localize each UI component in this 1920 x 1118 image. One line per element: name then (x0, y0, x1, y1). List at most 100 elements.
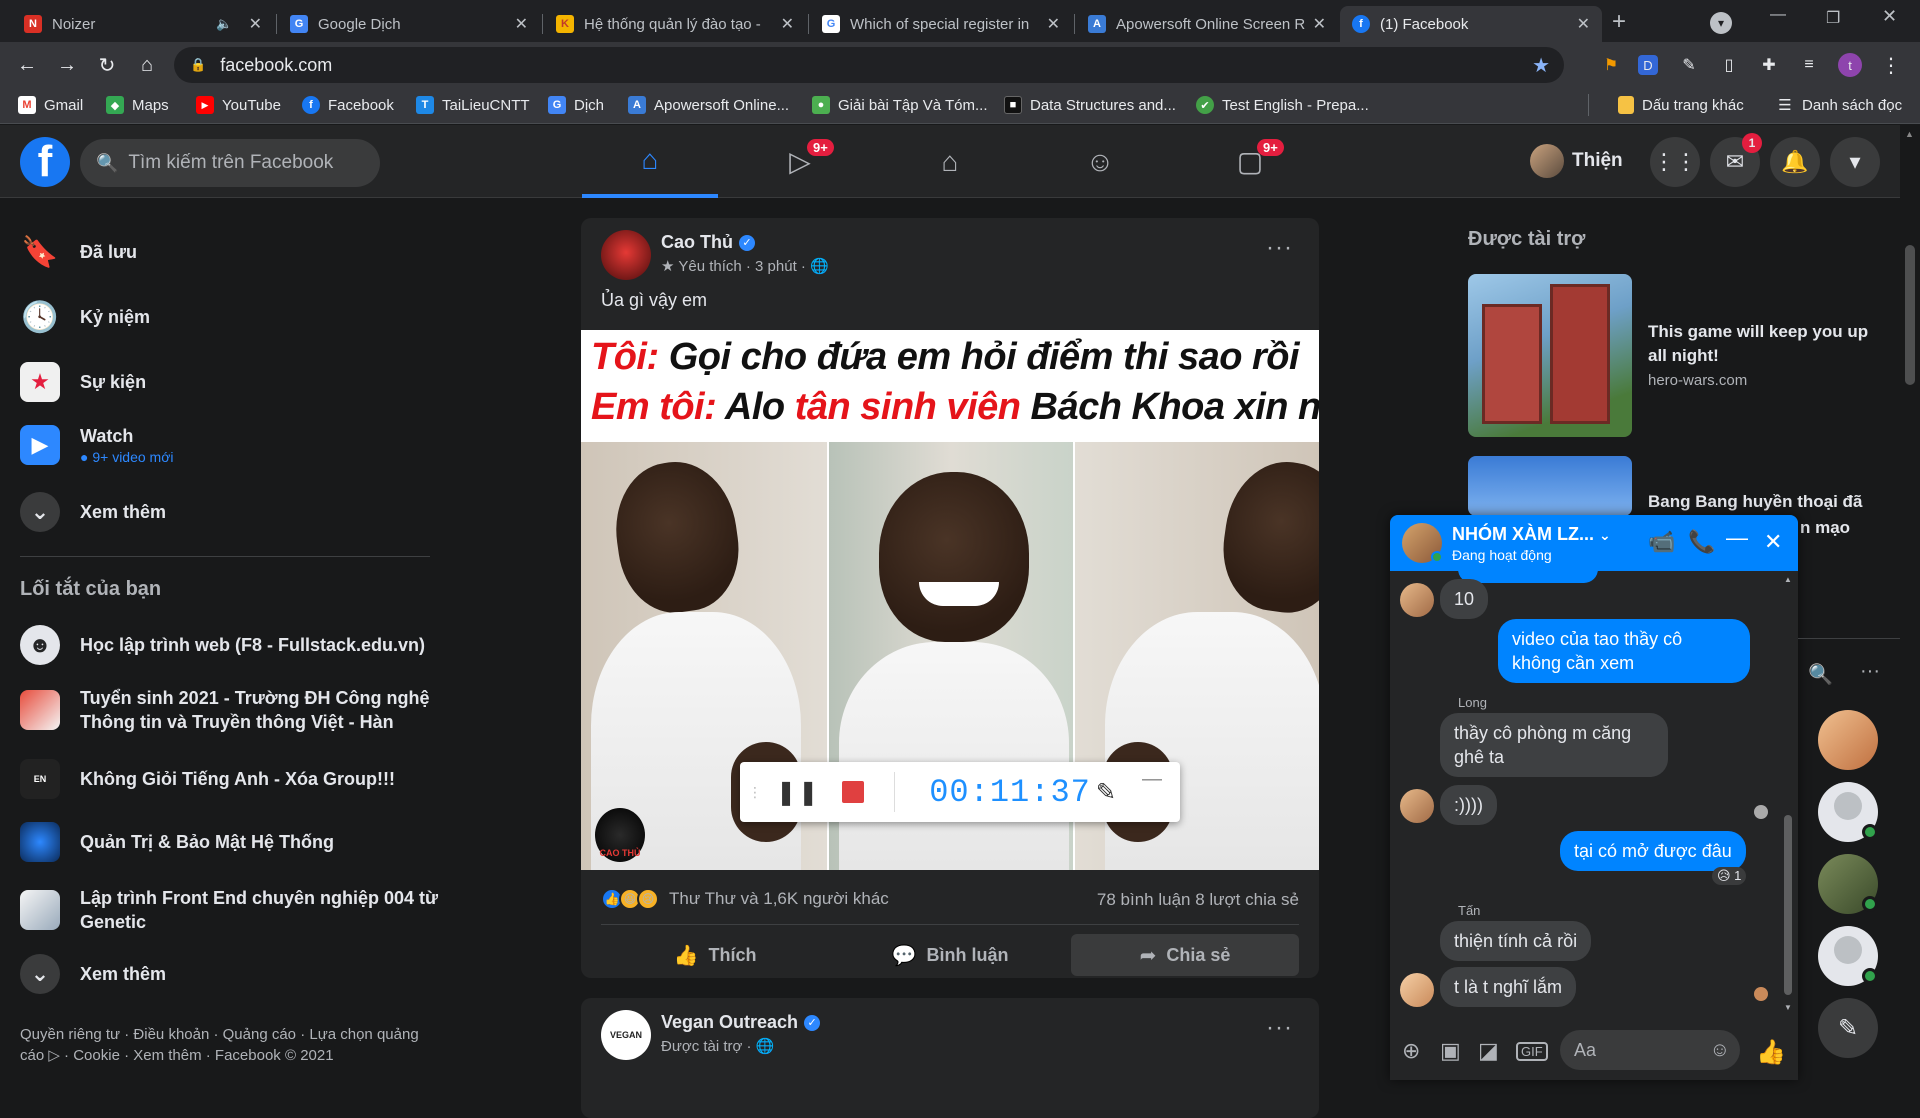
media-control-icon[interactable]: ≡ (1796, 52, 1822, 78)
message-bubble-in[interactable]: thiện tính cả rồi (1440, 921, 1592, 961)
author-avatar[interactable] (601, 230, 651, 280)
sticker-icon[interactable]: ◪ (1478, 1038, 1499, 1064)
ad-title-tail[interactable]: n mạo (1800, 516, 1880, 540)
tab-google-dich[interactable]: G Google Dịch ✕ (278, 6, 540, 42)
scroll-down-icon[interactable]: ▼ (1784, 1003, 1792, 1012)
tab-special-register[interactable]: G Which of special register in ✕ (810, 6, 1072, 42)
tab-search-icon[interactable]: ▾ (1710, 12, 1732, 34)
like-button[interactable]: 👍 Thích (601, 934, 829, 976)
more-options-icon[interactable]: ··· (1266, 234, 1293, 262)
share-button[interactable]: ➦ Chia sẻ (1071, 934, 1299, 976)
extension-mobile-icon[interactable]: ▯ (1716, 52, 1742, 78)
reading-list[interactable]: ☰ Danh sách đọc (1776, 96, 1902, 115)
shortcut-item[interactable]: Tuyển sinh 2021 - Trường ĐH Công nghệ Th… (20, 686, 440, 734)
member-avatar[interactable] (1400, 789, 1434, 823)
account-menu-button[interactable]: ▾ (1830, 137, 1880, 187)
profile-avatar[interactable]: t (1838, 53, 1862, 77)
sidebar-see-more[interactable]: ⌄ Xem thêm (20, 492, 166, 532)
forward-icon[interactable]: → (52, 50, 82, 80)
close-tab-icon[interactable]: ✕ (1577, 14, 1590, 34)
tab-home[interactable]: ⌂ (582, 125, 718, 198)
chat-head-contact[interactable] (1818, 926, 1878, 986)
restore-window-icon[interactable]: ❐ (1826, 8, 1840, 28)
home-icon[interactable]: ⌂ (132, 50, 162, 80)
tab-gaming[interactable]: ▢ 9+ (1182, 125, 1318, 198)
message-bubble-in[interactable]: thầy cô phòng m căng ghê ta (1440, 713, 1668, 777)
lock-icon[interactable]: 🔒 (190, 57, 206, 73)
extension-d-icon[interactable]: D (1638, 55, 1658, 75)
close-window-icon[interactable]: ✕ (1882, 6, 1897, 27)
message-bubble-in[interactable]: :)))) (1440, 785, 1497, 825)
ad-image-hero-wars[interactable] (1468, 274, 1632, 437)
chevron-down-icon[interactable]: ⌄ (1599, 527, 1611, 543)
post-author[interactable]: Cao Thủ ✓ (661, 232, 829, 253)
close-tab-icon[interactable]: ✕ (781, 14, 794, 34)
ad-title[interactable]: Bang Bang huyền thoại đã (1648, 490, 1888, 514)
member-avatar[interactable] (1400, 583, 1434, 617)
close-tab-icon[interactable]: ✕ (1047, 14, 1060, 34)
tab-watch[interactable]: ▷ 9+ (732, 125, 868, 198)
pause-icon[interactable]: ❚❚ (776, 778, 820, 807)
close-tab-icon[interactable]: ✕ (515, 14, 528, 34)
stop-icon[interactable] (842, 781, 865, 803)
bookmark-dich[interactable]: G Dịch (548, 96, 604, 114)
shortcut-item[interactable]: ☻ Học lập trình web (F8 - Fullstack.edu.… (20, 625, 425, 665)
bookmark-facebook[interactable]: f Facebook (302, 96, 394, 114)
more-options-icon[interactable]: ··· (1266, 1014, 1293, 1042)
scroll-up-icon[interactable]: ▲ (1784, 575, 1792, 584)
tab-noizer[interactable]: N Noizer 🔈 ✕ (12, 6, 274, 42)
sidebar-item-events[interactable]: ★ Sự kiện (20, 362, 146, 402)
vegan-outreach-avatar[interactable]: VEGAN (601, 1010, 651, 1060)
shortcut-item[interactable]: EN Không Giỏi Tiếng Anh - Xóa Group!!! (20, 759, 395, 799)
bookmark-star-icon[interactable]: ★ (1532, 53, 1550, 78)
bookmark-gmail[interactable]: M Gmail (18, 96, 83, 114)
page-scroll-thumb[interactable] (1905, 245, 1915, 385)
shortcut-item[interactable]: Lập trình Front End chuyên nghiệp 004 từ… (20, 886, 440, 934)
chat-header[interactable]: NHÓM XÀM LZ... ⌄ Đang hoạt động 📹 📞 — ✕ (1390, 515, 1798, 571)
page-scrollbar[interactable]: ▲ (1900, 125, 1920, 1080)
reload-icon[interactable]: ↻ (92, 50, 122, 80)
tab-groups[interactable]: ☺ (1032, 125, 1168, 198)
member-avatar[interactable] (1400, 973, 1434, 1007)
author-name[interactable]: Cao Thủ (661, 232, 733, 253)
facebook-search-input[interactable]: 🔍 Tìm kiếm trên Facebook (80, 139, 380, 187)
tab-apowersoft[interactable]: A Apowersoft Online Screen R ✕ (1076, 6, 1338, 42)
extensions-puzzle-icon[interactable]: ✚ (1756, 52, 1782, 78)
profile-chip[interactable]: Thiện (1530, 141, 1623, 181)
footer-links[interactable]: Quyền riêng tư · Điều khoản · Quảng cáo … (20, 1024, 440, 1066)
message-bubble-out[interactable]: tại có mở được đâu (1560, 831, 1746, 871)
chat-head-contact[interactable] (1818, 854, 1878, 914)
close-chat-icon[interactable]: ✕ (1764, 529, 1782, 555)
drag-handle-icon[interactable]: ⋮ (748, 784, 762, 801)
bookmark-youtube[interactable]: ▶ YouTube (196, 96, 281, 114)
sidebar-item-memories[interactable]: 🕓 Kỷ niệm (20, 297, 150, 337)
tab-he-thong[interactable]: K Hệ thống quản lý đào tạo - ✕ (544, 6, 806, 42)
message-bubble-in[interactable]: 10 (1440, 579, 1489, 619)
post-meta[interactable]: Được tài trợ · 🌐 (661, 1037, 820, 1055)
emoji-icon[interactable]: ☺ (1710, 1039, 1730, 1062)
bookmark-giai-bai-tap[interactable]: ● Giải bài Tập Và Tóm... (812, 96, 988, 114)
message-input[interactable]: Aa ☺ (1560, 1030, 1740, 1070)
minimize-chat-icon[interactable]: — (1726, 525, 1748, 551)
back-icon[interactable]: ← (12, 50, 42, 80)
thumbs-up-send-icon[interactable]: 👍 (1756, 1038, 1786, 1067)
post-meta[interactable]: ★ Yêu thích · 3 phút · 🌐 (661, 257, 829, 275)
contacts-more-icon[interactable]: ··· (1860, 660, 1880, 683)
mute-icon[interactable]: 🔈 (216, 16, 232, 32)
extension-draw-icon[interactable]: ✎ (1676, 52, 1702, 78)
pen-icon[interactable]: ✎ (1096, 778, 1116, 807)
bookmark-test-english[interactable]: ✔ Test English - Prepa... (1196, 96, 1369, 114)
reactions-summary[interactable]: 👍 😆 😢 Thư Thư và 1,6K người khác (601, 888, 889, 910)
minimize-window-icon[interactable]: — (1770, 6, 1786, 24)
chat-head-group[interactable] (1818, 710, 1878, 770)
tab-marketplace[interactable]: ⌂ (882, 125, 1018, 198)
tab-facebook[interactable]: f (1) Facebook ✕ (1340, 6, 1602, 42)
comment-button[interactable]: 💬 Bình luận (836, 934, 1064, 976)
close-tab-icon[interactable]: ✕ (249, 14, 262, 34)
bookmark-apowersoft[interactable]: A Apowersoft Online... (628, 96, 789, 114)
facebook-logo[interactable]: f (20, 137, 70, 187)
menu-dots-icon[interactable]: ⋮ (1878, 52, 1904, 78)
shortcut-item[interactable]: Quản Trị & Bảo Mật Hệ Thống (20, 822, 334, 862)
message-reaction[interactable]: 😥 1 (1712, 867, 1747, 885)
bookmark-maps[interactable]: ◆ Maps (106, 96, 169, 114)
